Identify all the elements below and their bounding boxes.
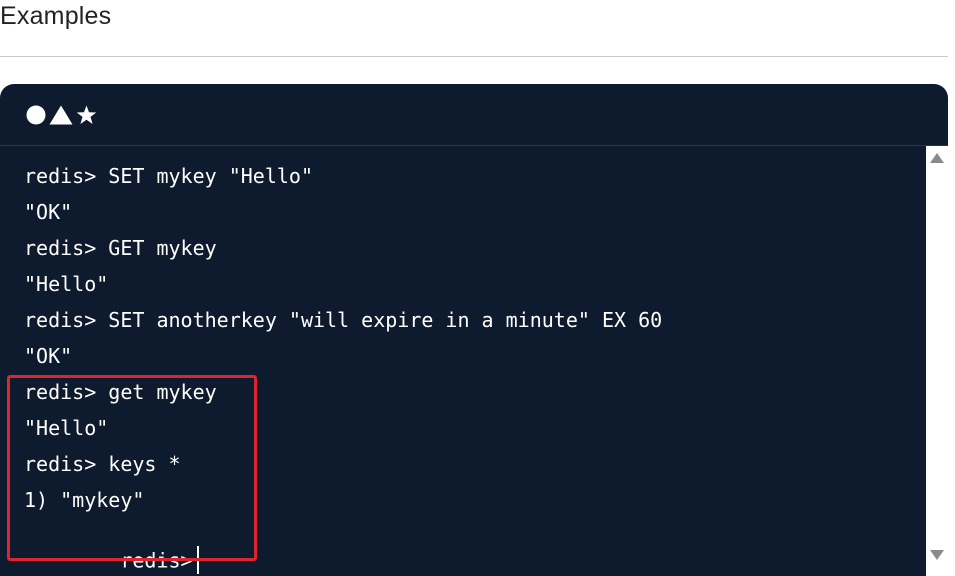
- redis-cli-terminal[interactable]: redis> SET mykey "Hello" "OK" redis> GET…: [0, 84, 948, 576]
- section-divider: [0, 56, 948, 57]
- terminal-line: "OK": [24, 200, 73, 224]
- terminal-line: "OK": [24, 344, 73, 368]
- terminal-prompt-line[interactable]: redis>: [24, 524, 199, 576]
- star-icon: [76, 105, 97, 124]
- page: Examples redis> SET mykey "Hello" "OK" r…: [0, 0, 955, 576]
- text-cursor: [196, 546, 199, 574]
- terminal-header: [0, 84, 948, 146]
- scroll-down-arrow-icon[interactable]: [930, 550, 944, 560]
- circle-icon: [26, 105, 46, 125]
- terminal-line: redis> SET mykey "Hello": [24, 164, 313, 188]
- terminal-prompt: redis>: [120, 548, 193, 573]
- terminal-line: redis> SET anotherkey "will expire in a …: [24, 308, 663, 332]
- section-title: Examples: [0, 2, 112, 30]
- terminal-output[interactable]: redis> SET mykey "Hello" "OK" redis> GET…: [0, 146, 926, 576]
- terminal-line: redis> GET mykey: [24, 236, 217, 260]
- terminal-line: 1) "mykey": [24, 488, 145, 512]
- triangle-icon: [49, 105, 73, 125]
- terminal-line: redis> keys *: [24, 452, 181, 476]
- terminal-line: redis> get mykey: [24, 380, 217, 404]
- terminal-line: "Hello": [24, 416, 109, 440]
- scroll-up-arrow-icon[interactable]: [930, 153, 944, 163]
- terminal-logo-shapes: [26, 105, 97, 125]
- terminal-scrollbar[interactable]: [926, 146, 948, 576]
- terminal-line: "Hello": [24, 272, 109, 296]
